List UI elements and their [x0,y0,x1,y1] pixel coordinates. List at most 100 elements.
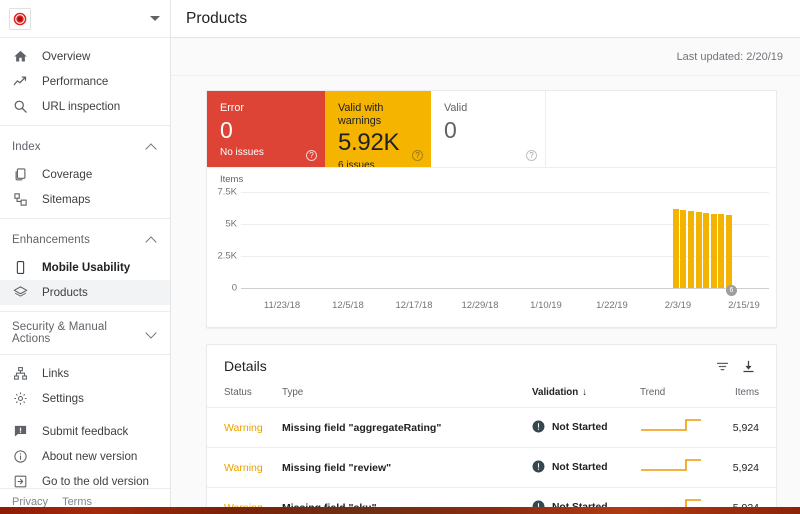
section-title: Security & Manual Actions [12,321,147,345]
cell-status: Warning [207,448,282,488]
chart-bar[interactable] [696,212,702,288]
chart-x-tick: 2/15/19 [728,300,760,311]
cell-items: 5,924 [730,408,776,448]
site-favicon-red-circle-icon [9,8,31,30]
cell-validation-label: Not Started [552,462,608,473]
app-root: Overview Performance URL inspection Inde… [0,0,800,514]
spacer [0,411,170,419]
cell-type: Missing field "aggregateRating" [282,408,532,448]
status-row-filler [546,91,776,167]
chart-bar[interactable] [673,209,679,288]
sidebar-item-links[interactable]: Links [0,361,170,386]
chart-gridline [241,288,769,289]
last-updated-text: Last updated: 2/20/19 [677,51,783,63]
chevron-down-icon[interactable] [147,329,156,338]
chart-bar[interactable] [726,215,732,288]
status-tile-label: Valid with warnings [338,102,419,128]
filter-icon[interactable] [709,353,735,379]
column-header-validation[interactable]: Validation↓ [532,387,640,408]
column-header-type[interactable]: Type [282,387,532,408]
chart-bar[interactable] [711,214,717,288]
chart-bar[interactable] [718,214,724,288]
chart-x-tick: 12/5/18 [332,300,364,311]
status-tile-label: Error [220,102,313,115]
sidebar-item-settings[interactable]: Settings [0,386,170,411]
cell-validation: Not Started [532,448,640,488]
privacy-link[interactable]: Privacy [12,496,48,508]
sidebar-item-label: Sitemaps [42,193,90,206]
chart-bar[interactable] [703,213,709,288]
chevron-up-icon[interactable] [147,236,156,245]
status-tile-label: Valid [444,102,533,115]
details-table: Status Type Validation↓ Trend Items Warn… [207,387,776,514]
cell-validation: Not Started [532,408,640,448]
sidebar-item-overview[interactable]: Overview [0,44,170,69]
sidebar-item-label: Performance [42,75,108,88]
cell-trend [640,448,730,488]
sidebar-item-label: Go to the old version [42,475,149,488]
details-card: Details Status Type Validation↓ Trend It… [206,344,777,514]
sidebar-item-label: Submit feedback [42,425,128,438]
sidebar-item-about-new-version[interactable]: About new version [0,444,170,469]
mobile-icon [12,259,29,276]
details-table-body: Warning Missing field "aggregateRating" … [207,408,776,514]
status-tile-error[interactable]: Error 0 No issues ? [207,91,325,167]
search-icon [12,98,29,115]
sparkline-icon [640,458,702,474]
sidebar-section-index: Index Coverage Sitemaps [0,125,170,218]
chart-x-tick: 2/3/19 [665,300,691,311]
sidebar-item-performance[interactable]: Performance [0,69,170,94]
chart-y-tick: 7.5K [207,187,237,198]
sidebar-item-mobile-usability[interactable]: Mobile Usability [0,255,170,280]
items-chart: Items 02.5K5K7.5K11/23/1812/5/1812/17/18… [207,168,776,328]
sidebar-item-url-inspection[interactable]: URL inspection [0,94,170,119]
sidebar-item-products[interactable]: Products [0,280,170,305]
download-icon[interactable] [735,353,761,379]
chart-x-tick: 1/10/19 [530,300,562,311]
terms-link[interactable]: Terms [62,496,92,508]
topbar: Products [171,0,800,38]
table-row[interactable]: Warning Missing field "review" Not Start… [207,448,776,488]
status-tile-value: 0 [220,116,313,144]
status-tile-sub: 6 issues [338,159,419,167]
sidebar-item-label: Overview [42,50,90,63]
chart-x-tick: 1/22/19 [596,300,628,311]
feedback-icon [12,423,29,440]
chevron-up-icon[interactable] [147,143,156,152]
property-selector[interactable] [0,0,170,38]
sidebar-item-coverage[interactable]: Coverage [0,162,170,187]
column-header-trend[interactable]: Trend [640,387,730,408]
chart-y-tick: 5K [207,219,237,230]
details-table-head: Status Type Validation↓ Trend Items [207,387,776,408]
bottom-artifact-strip [0,507,800,514]
status-tile-valid[interactable]: Valid 0 ? [431,91,546,167]
section-header-security[interactable]: Security & Manual Actions [0,318,170,348]
sparkline-icon [640,418,702,434]
sidebar-item-submit-feedback[interactable]: Submit feedback [0,419,170,444]
main-content: Error 0 No issues ? Valid with warnings … [171,75,800,514]
sidebar-item-sitemaps[interactable]: Sitemaps [0,187,170,212]
sitemap-icon [12,191,29,208]
column-header-items[interactable]: Items [730,387,776,408]
status-tile-sub: No issues [220,146,313,159]
help-icon[interactable]: ? [412,150,423,161]
help-icon[interactable]: ? [306,150,317,161]
caret-down-icon[interactable] [150,16,160,21]
sort-descending-icon: ↓ [582,387,587,398]
section-header-index[interactable]: Index [0,132,170,162]
table-row[interactable]: Warning Missing field "aggregateRating" … [207,408,776,448]
status-tile-valid-with-warnings[interactable]: Valid with warnings 5.92K 6 issues ? [325,91,431,167]
chart-bar[interactable] [688,211,694,288]
help-icon[interactable]: ? [526,150,537,161]
section-header-enhancements[interactable]: Enhancements [0,225,170,255]
gear-icon [12,390,29,407]
page-title: Products [186,10,247,28]
status-tiles-row: Error 0 No issues ? Valid with warnings … [207,91,776,168]
chart-y-tick: 0 [207,283,237,294]
cell-items: 5,924 [730,448,776,488]
column-header-status[interactable]: Status [207,387,282,408]
chart-bar[interactable] [680,210,686,288]
chart-annotation-badge[interactable]: 6 [726,285,737,296]
documents-icon [12,166,29,183]
sidebar-item-label: URL inspection [42,100,120,113]
